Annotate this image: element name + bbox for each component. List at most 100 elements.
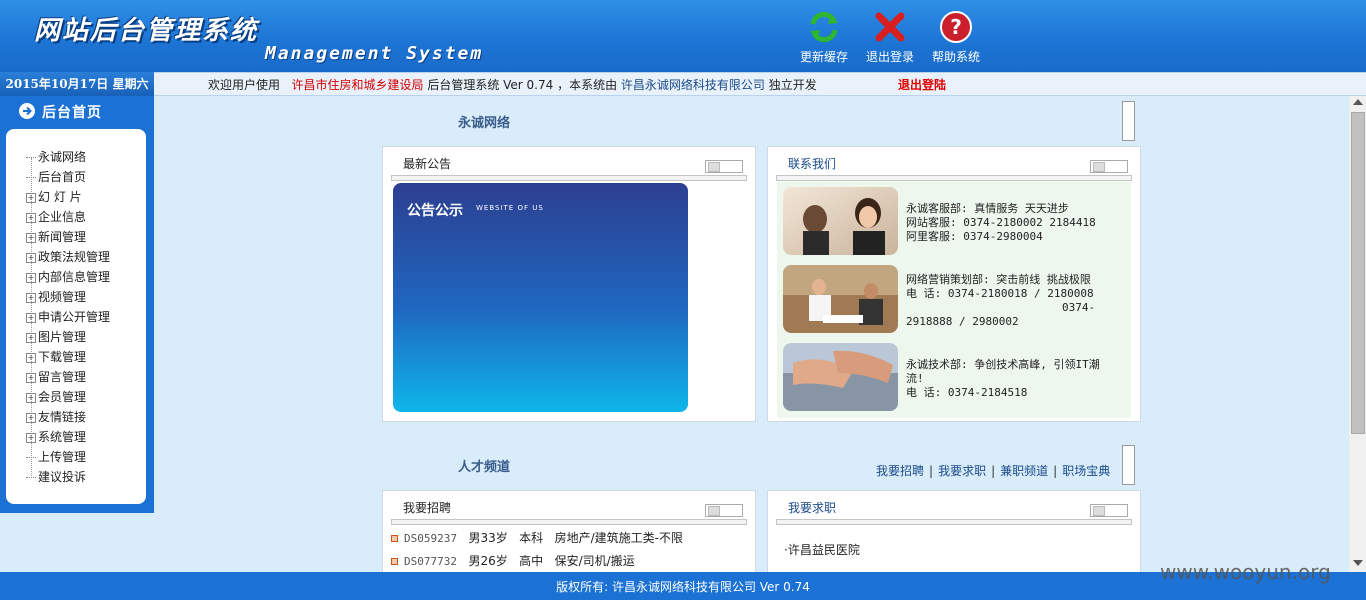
sidebar-item[interactable]: + 内部信息管理 (26, 267, 110, 287)
contact-line: 阿里客服: 0374-2980004 (906, 230, 1043, 243)
job-edu: 高中 (519, 554, 544, 568)
notice-panel-title: 最新公告 (403, 157, 452, 171)
link-parttime[interactable]: 兼职频道 (1000, 464, 1048, 478)
sidebar-item-label: 永诚网络 (38, 150, 87, 164)
contact-more-button[interactable] (1090, 160, 1128, 173)
sidebar-item[interactable]: + 会员管理 (26, 387, 86, 407)
tree-branch-line (26, 457, 36, 458)
image-icon (1093, 506, 1105, 516)
sidebar-item-label: 系统管理 (38, 430, 87, 444)
sidebar-item[interactable]: + 系统管理 (26, 427, 86, 447)
help-button[interactable]: ? 帮助系统 (926, 10, 986, 65)
scroll-down-arrow-icon[interactable] (1353, 560, 1363, 566)
sidebar-home-link[interactable]: 后台首页 (18, 102, 102, 122)
job-age: 男26岁 (468, 554, 508, 568)
expand-icon[interactable]: + (26, 312, 36, 323)
system-text: 后台管理系统 Ver 0.74 ，本系统由 (427, 78, 618, 92)
expand-icon[interactable]: + (26, 392, 36, 403)
sidebar-item-label: 下载管理 (38, 350, 87, 364)
job-code: DS077732 (404, 555, 457, 568)
contact-line: 0374- (1062, 301, 1096, 314)
recruit-row[interactable]: DS059237 男33岁 本科 房地产/建筑施工类-不限 (391, 529, 683, 546)
sidebar-item[interactable]: + 下载管理 (26, 347, 86, 367)
link-recruit[interactable]: 我要招聘 (876, 464, 924, 478)
section-title-talent: 人才频道 (458, 460, 511, 475)
company-name: 许昌永诚网络科技有限公司 (620, 78, 765, 92)
sidebar-item-label: 企业信息 (38, 210, 87, 224)
scroll-up-arrow-icon[interactable] (1353, 99, 1363, 105)
sidebar-home-label: 后台首页 (42, 105, 102, 121)
image-icon (708, 506, 720, 516)
tree-branch-line (26, 477, 36, 478)
jobseek-more-button[interactable] (1090, 504, 1128, 517)
expand-icon[interactable]: + (26, 352, 36, 363)
expand-icon[interactable]: + (26, 212, 36, 223)
expand-icon[interactable]: + (26, 252, 36, 263)
contact-line: 网站客服: 0374-2180002 2184418 (906, 216, 1096, 229)
contact-line: 永诚技术部: 争创技术高峰, 引领IT潮 (906, 358, 1100, 371)
expand-icon[interactable]: + (26, 232, 36, 243)
image-icon (1093, 162, 1105, 172)
date-display: 2015年10月17日 星期六 (0, 72, 154, 96)
sidebar-item[interactable]: + 企业信息 (26, 207, 86, 227)
recruit-row[interactable]: DS077732 男26岁 高中 保安/司机/搬运 (391, 552, 635, 569)
sidebar-item-label: 会员管理 (38, 390, 87, 404)
expand-icon[interactable]: + (26, 372, 36, 383)
sidebar-item-label: 建议投诉 (38, 470, 87, 484)
expand-icon[interactable]: + (26, 272, 36, 283)
job-edu: 本科 (519, 531, 544, 545)
broken-image-icon (1122, 445, 1135, 485)
sidebar-item[interactable]: + 申请公开管理 (26, 307, 110, 327)
sidebar-item[interactable]: + 友情链接 (26, 407, 86, 427)
sidebar-item-label: 幻 灯 片 (38, 190, 82, 204)
logout-link[interactable]: 退出登陆 (898, 76, 946, 93)
link-jobseek[interactable]: 我要求职 (938, 464, 986, 478)
sidebar-item[interactable]: + 图片管理 (26, 327, 86, 347)
recruit-panel-title: 我要招聘 (403, 501, 452, 515)
contact-entry-marketing: 网络营销策划部: 突击前线 挑战极限 电 话: 0374-2180018 / 2… (906, 273, 1126, 329)
job-title: 保安/司机/搬运 (554, 554, 635, 568)
job-title: 房地产/建筑施工类-不限 (554, 531, 684, 545)
panel-divider (391, 175, 747, 181)
sidebar-item[interactable]: 上传管理 (26, 447, 86, 467)
close-icon (875, 12, 905, 42)
sidebar-item[interactable]: + 视频管理 (26, 287, 86, 307)
welcome-prefix: 欢迎用户使用 (208, 78, 281, 92)
site-title: 网站后台管理系统 (34, 16, 259, 46)
sidebar-item[interactable]: 建议投诉 (26, 467, 86, 487)
sidebar-item[interactable]: + 政策法规管理 (26, 247, 110, 267)
expand-icon[interactable]: + (26, 192, 36, 203)
jobseek-item[interactable]: ·许昌益民医院 (784, 541, 860, 558)
contact-line: 流! (906, 372, 924, 385)
expand-icon[interactable]: + (26, 432, 36, 443)
sidebar-item[interactable]: + 留言管理 (26, 367, 86, 387)
sidebar-item-label: 上传管理 (38, 450, 87, 464)
link-career-guide[interactable]: 职场宝典 (1062, 464, 1110, 478)
expand-icon[interactable]: + (26, 292, 36, 303)
expand-icon[interactable]: + (26, 332, 36, 343)
panel-divider (391, 519, 747, 525)
scrollbar-thumb[interactable] (1351, 112, 1365, 434)
marketing-team-photo (783, 265, 898, 333)
svg-text:?: ? (950, 15, 962, 39)
notice-card-subtitle: WEBSITE OF US (476, 204, 544, 212)
jobseek-panel: 我要求职 ·许昌益民医院 (767, 490, 1141, 574)
sidebar-item[interactable]: 后台首页 (26, 167, 86, 187)
refresh-cache-button[interactable]: 更新缓存 (794, 10, 854, 65)
recruit-more-button[interactable] (705, 504, 743, 517)
sidebar-item-label: 友情链接 (38, 410, 87, 424)
bullet-icon (391, 558, 398, 565)
expand-icon[interactable]: + (26, 412, 36, 423)
notice-more-button[interactable] (705, 160, 743, 173)
contact-panel-title: 联系我们 (788, 157, 837, 171)
sidebar-item-label: 新闻管理 (38, 230, 87, 244)
refresh-cache-label: 更新缓存 (799, 50, 848, 64)
sidebar-item[interactable]: 永诚网络 (26, 147, 86, 167)
contact-line: 电 话: 0374-2184518 (906, 386, 1028, 399)
section-title-yongcheng: 永诚网络 (458, 116, 511, 131)
sidebar-item[interactable]: + 新闻管理 (26, 227, 86, 247)
logout-button[interactable]: 退出登录 (860, 10, 920, 65)
sidebar-item[interactable]: + 幻 灯 片 (26, 187, 82, 207)
dev-suffix: 独立开发 (768, 78, 817, 92)
contact-line: 电 话: 0374-2180018 / 2180008 (906, 287, 1094, 300)
